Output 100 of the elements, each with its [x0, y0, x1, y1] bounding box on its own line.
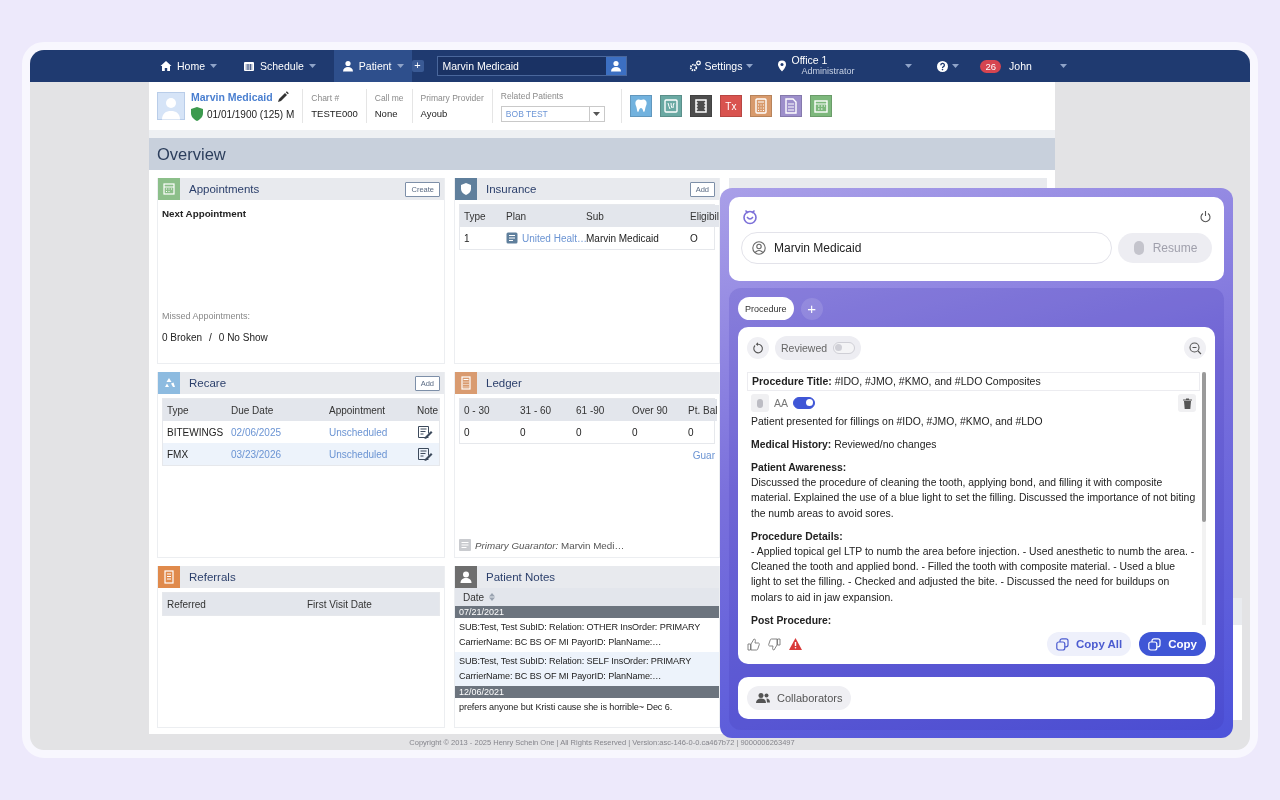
- thumbs-down-icon[interactable]: [768, 637, 781, 651]
- trash-icon: [1182, 397, 1192, 409]
- note-edit-icon[interactable]: [417, 425, 433, 439]
- patient-search-button[interactable]: [605, 57, 626, 75]
- power-icon[interactable]: [1199, 209, 1212, 223]
- column-header: Type: [163, 399, 227, 421]
- column-header[interactable]: Date: [455, 588, 719, 606]
- panel-title: Patient Notes: [486, 571, 557, 583]
- scrollbar[interactable]: [1202, 372, 1206, 625]
- field-label: Related Patients: [500, 90, 565, 101]
- note-text[interactable]: prefers anyone but Kristi cause she is horrible~ Dec 6.: [455, 698, 719, 717]
- panel-title: Referrals: [189, 571, 237, 583]
- table-link[interactable]: United Healt…: [522, 232, 588, 244]
- refresh-button[interactable]: [747, 337, 769, 359]
- help-icon[interactable]: [937, 60, 949, 72]
- count-text: 0 Broken: [162, 332, 203, 343]
- count-text: 0 No Show: [218, 332, 268, 343]
- user-circle-icon: [752, 241, 766, 255]
- caret-icon[interactable]: [746, 64, 754, 68]
- user-name[interactable]: John: [1009, 60, 1032, 72]
- column-header: Eligibil: [686, 205, 719, 227]
- caret-icon[interactable]: [210, 64, 217, 68]
- panel-title: Appointments: [189, 183, 261, 195]
- copy-icon: [1056, 637, 1070, 651]
- caret-icon[interactable]: [396, 64, 404, 68]
- microphone-icon: [756, 397, 764, 409]
- notification-badge[interactable]: 26: [980, 59, 1002, 73]
- note-paragraph: - Applied topical gel LTP to numb the area before injection. - Used anesthetic to numb the area. - Cleaned the tooth and applied bond. - Filled the tooth with composite material. - Used a blue light to set the filling. - Checked and adjusted the bite. - Discussed the need for buildups on molars to aid in jaw expansion.: [751, 544, 1196, 605]
- caret-icon[interactable]: [308, 64, 316, 68]
- table-cell-text: 0: [575, 425, 583, 440]
- column-header: Pt. Bal: [684, 399, 718, 421]
- column-header: Over 90: [628, 399, 684, 421]
- document-icon: [506, 232, 518, 244]
- home-icon: [160, 60, 172, 72]
- search-field[interactable]: Marvin Medicaid: [436, 56, 627, 76]
- guarantor-text: Primary Guarantor: Marvin Medi…: [475, 539, 625, 551]
- note-text[interactable]: SUB:Test, Test SubID: Relation: SELF InsOrder: PRIMARY CarrierName: BC BS OF MI PayorID: PlanName:…: [455, 652, 719, 686]
- birth-date: 01/01/1900 (125) M: [207, 108, 295, 120]
- nav-tab[interactable]: Patient: [333, 50, 412, 82]
- table-cell-text: 1: [463, 231, 471, 246]
- collaborators-button[interactable]: Collaborators: [747, 686, 852, 710]
- copy-button[interactable]: Copy: [1139, 632, 1206, 656]
- patient-name-link[interactable]: Marvin Medicaid: [191, 91, 273, 103]
- field-label: Chart #: [311, 93, 341, 103]
- thumbs-up-icon[interactable]: [747, 637, 760, 651]
- note-text[interactable]: SUB:Test, Test SubID: Relation: OTHER InsOrder: PRIMARY CarrierName: BC BS OF MI PayorID: PlanName:…: [455, 618, 719, 652]
- avatar-icon: [157, 92, 185, 120]
- copy-button[interactable]: Copy All: [1047, 632, 1132, 656]
- caret-icon[interactable]: [905, 64, 913, 68]
- note-tab[interactable]: Procedure: [738, 297, 794, 320]
- nav-tab[interactable]: Schedule: [235, 50, 324, 82]
- microphone-icon: [1132, 240, 1145, 256]
- person-icon: [341, 60, 354, 72]
- panel-title: Ledger: [486, 377, 523, 389]
- note-paragraph: Medical History: Reviewed/no changes: [750, 438, 938, 453]
- count-text: /: [209, 332, 212, 343]
- section-title: Overview: [149, 138, 1055, 170]
- tx-button[interactable]: Tx: [719, 95, 742, 117]
- zoom-out-button[interactable]: [1184, 337, 1206, 359]
- tooth-button[interactable]: [629, 95, 652, 117]
- office-name[interactable]: Office 1: [791, 55, 855, 66]
- column-header: First Visit Date: [303, 593, 439, 615]
- people-icon: [756, 692, 770, 704]
- date-group-header: 12/06/2021: [455, 686, 719, 698]
- pencil-icon[interactable]: [276, 91, 289, 103]
- caret-icon[interactable]: [952, 64, 960, 68]
- shield-icon: [191, 107, 203, 121]
- calculator-button[interactable]: [749, 95, 772, 117]
- delete-button[interactable]: [1178, 394, 1196, 413]
- field-label: Call me: [374, 93, 404, 103]
- warning-icon[interactable]: [789, 638, 802, 650]
- toggle-switch[interactable]: [793, 397, 815, 410]
- logo-icon: [741, 207, 759, 225]
- column-header: Due Date: [227, 399, 325, 421]
- settings-menu[interactable]: Settings: [688, 60, 754, 72]
- table-link[interactable]: 02/06/2025: [231, 426, 282, 438]
- column-header: Note: [413, 399, 439, 421]
- caret-icon[interactable]: [1060, 64, 1068, 68]
- column-header: Appointment: [325, 399, 413, 421]
- related-patients-select[interactable]: BOB TEST: [500, 105, 605, 122]
- guarantor-link[interactable]: Guar: [692, 450, 715, 461]
- field-value: Ayoub: [420, 108, 449, 119]
- caret-icon[interactable]: [593, 111, 601, 116]
- toggle-label: Reviewed: [781, 342, 828, 354]
- table-link[interactable]: Unscheduled: [329, 426, 388, 438]
- calendar-button[interactable]: [809, 95, 832, 117]
- zoom-out-icon: [1188, 341, 1202, 355]
- section-heading: Patient Awareness:: [751, 460, 848, 475]
- table-cell: FMX: [163, 443, 227, 465]
- pin-icon: [777, 60, 788, 72]
- document-button[interactable]: [779, 95, 802, 117]
- film-button[interactable]: [689, 95, 712, 117]
- nav-tab[interactable]: Home: [152, 50, 225, 82]
- office-role: Administrator: [800, 66, 855, 77]
- gear-icon: [688, 60, 701, 72]
- panel-title: Insurance: [486, 183, 538, 195]
- column-header: 31 - 60: [516, 399, 572, 421]
- table-cell-text: 0: [631, 425, 639, 440]
- column-header: 0 - 30: [460, 399, 516, 421]
- note-edit-icon[interactable]: [417, 447, 433, 461]
